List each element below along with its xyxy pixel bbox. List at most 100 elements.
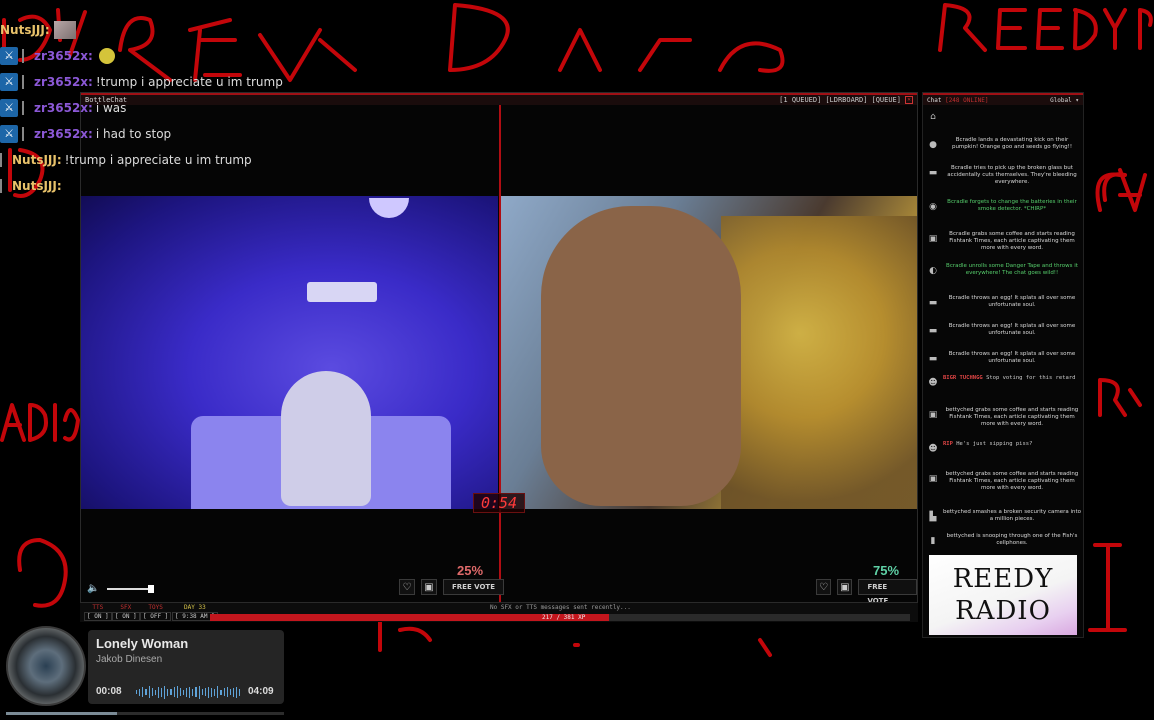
chat-item-icon: ◉ <box>929 202 937 212</box>
waveform-bar <box>214 688 216 696</box>
speaker-icon[interactable]: 🔈 <box>87 583 99 594</box>
chat-scope-select[interactable]: Global ▾ <box>1050 97 1079 104</box>
chat-event-text: Bcradle tries to pick up the broken glas… <box>947 165 1077 185</box>
chat-item: ▬ Bcradle tries to pick up the broken gla… <box>925 165 1081 186</box>
chat-user-name[interactable]: BIGR TUCHNGG <box>943 375 983 381</box>
free-vote-button-left[interactable]: FREE VOTE <box>443 579 504 595</box>
sfx-label: SFX <box>120 604 132 611</box>
chat-username[interactable]: NutsJJJ: <box>0 23 50 37</box>
chat-user-message: RIP He's just sipping piss? <box>943 441 1081 448</box>
volume-slider[interactable] <box>107 584 155 593</box>
chat-item: ▬ Bcradle throws an egg! It splats all ov… <box>925 323 1081 337</box>
chat-item-icon: ▬ <box>928 326 938 336</box>
chat-event-text: Bcradle unrolls some Danger Tape and thr… <box>946 263 1078 276</box>
reedy-radio-logo: REEDY RADIO <box>929 555 1077 635</box>
day-label: DAY 33 <box>184 604 206 611</box>
chat-message: !trump i appreciate u im trump <box>95 75 283 89</box>
now-playing-widget: Lonely Woman Jakob Dinesen 00:08 04:09 <box>88 630 284 704</box>
vote-percent-right: 75% <box>873 563 900 578</box>
queue-link[interactable]: [QUEUE] <box>871 96 901 104</box>
queued-count-link[interactable]: [1 QUEUED] <box>779 96 821 104</box>
waveform-bar <box>179 688 181 696</box>
waveform-bar <box>220 689 222 695</box>
chat-user-text: Stop voting for this retard <box>986 375 1076 381</box>
volume-control[interactable]: 🔈 <box>87 583 155 594</box>
vote-controls-left: ♡ ▣ FREE VOTE <box>399 579 504 595</box>
pin-icon <box>22 75 30 89</box>
waveform-bar <box>204 688 206 696</box>
chat-message: i had to stop <box>95 127 172 141</box>
chat-item-icon: ▮ <box>930 536 936 546</box>
chat-username[interactable]: NutsJJJ: <box>12 153 62 167</box>
chevron-down-icon: ▾ <box>1075 96 1079 104</box>
heart-icon[interactable]: ♡ <box>816 579 832 595</box>
chat-event-text: bettyched grabs some coffee and starts r… <box>945 471 1079 491</box>
chat-event-text: bettyched grabs some coffee and starts r… <box>945 407 1079 427</box>
chat-item-icon: ◐ <box>929 266 937 276</box>
video-feed-right[interactable] <box>501 196 917 509</box>
waveform-bar <box>139 688 141 696</box>
chat-item-icon: ▣ <box>928 410 938 420</box>
mod-badge-icon: ⚔ <box>0 73 18 91</box>
chat-user-name[interactable]: RIP <box>943 441 953 447</box>
waveform-bar <box>176 686 178 698</box>
waveform-bar <box>161 687 163 697</box>
close-icon[interactable]: ✕ <box>905 96 913 104</box>
toys-value: [ OFF ] <box>140 612 172 621</box>
video-feed-left[interactable] <box>81 196 498 509</box>
waveform-bar <box>192 688 194 696</box>
chat-username[interactable]: NutsJJJ: <box>12 179 62 193</box>
tts-value: [ ON ] <box>84 612 112 621</box>
stream-window: BottleChat [1 QUEUED] [LDRBOARD] [QUEUE]… <box>80 92 918 622</box>
image-thumbnail <box>53 21 76 39</box>
lock-icon[interactable]: ▣ <box>421 579 437 595</box>
chat-event-text: Bcradle lands a devastating kick on thei… <box>951 137 1073 150</box>
chat-username[interactable]: zr3652x: <box>34 127 93 141</box>
tts-toggle[interactable]: TTS [ ON ] <box>84 604 112 621</box>
waveform-bar <box>164 685 166 699</box>
logo-line-2: RADIO <box>955 596 1051 626</box>
waveform-bar <box>182 689 184 695</box>
chat-item-icon: ▣ <box>928 234 938 244</box>
waveform-bar <box>136 690 138 694</box>
chat-item-icon: ● <box>929 140 937 150</box>
chat-item-icon: ☻ <box>928 444 938 454</box>
vote-timer: 0:54 <box>473 493 525 513</box>
vote-percent-left: 25% <box>457 563 484 578</box>
sfx-value: [ ON ] <box>112 612 140 621</box>
waveform-bar <box>239 688 241 696</box>
free-vote-button-right[interactable]: FREE VOTE <box>858 579 918 605</box>
waveform-bar <box>186 687 188 697</box>
lock-icon[interactable]: ▣ <box>837 579 853 595</box>
track-duration: 04:09 <box>248 686 274 697</box>
chat-item-icon: ▣ <box>928 474 938 484</box>
waveform-bar <box>142 687 144 697</box>
sfx-toggle[interactable]: SFX [ ON ] <box>112 604 140 621</box>
chat-user-message: BIGR TUCHNGG Stop voting for this retard <box>943 375 1081 382</box>
chat-username[interactable]: zr3652x: <box>34 75 93 89</box>
chat-username[interactable]: zr3652x: <box>34 101 93 115</box>
chat-item-icon: ⌂ <box>930 112 936 122</box>
chat-event-text: bettyched smashes a broken security came… <box>943 509 1081 522</box>
toys-toggle[interactable]: TOYS [ OFF ] <box>140 604 172 621</box>
ceiling-lamp <box>369 198 409 218</box>
chat-item-icon: ▬ <box>928 168 938 178</box>
chat-event-text: Bcradle throws an egg! It splats all ove… <box>948 351 1076 364</box>
chat-item: ▬ Bcradle throws an egg! It splats all ov… <box>925 295 1081 309</box>
chat-username[interactable]: zr3652x: <box>34 49 93 63</box>
waveform-bar <box>207 686 209 698</box>
overlay-chat-line: ⚔ zr3652x: i had to stop <box>0 124 171 144</box>
chat-message: i was <box>95 101 127 115</box>
chat-item: ▣ bettyched grabs some coffee and starts … <box>925 471 1081 492</box>
chat-item-icon: ▬ <box>928 298 938 308</box>
leaderboard-link[interactable]: [LDRBOARD] <box>825 96 867 104</box>
waveform-bar <box>170 689 172 695</box>
overlay-chat-line: ⚔ zr3652x: <box>0 46 115 66</box>
chat-message: !trump i appreciate u im trump <box>64 153 252 167</box>
stream-title-bar: BottleChat [1 QUEUED] [LDRBOARD] [QUEUE]… <box>81 93 917 105</box>
logo-line-1: REEDY <box>952 564 1054 594</box>
heart-icon[interactable]: ♡ <box>399 579 415 595</box>
waveform-bar <box>145 689 147 695</box>
xp-text: 217 / 381 XP <box>542 614 586 621</box>
chat-item: ▙ bettyched smashes a broken security cam… <box>925 509 1081 523</box>
